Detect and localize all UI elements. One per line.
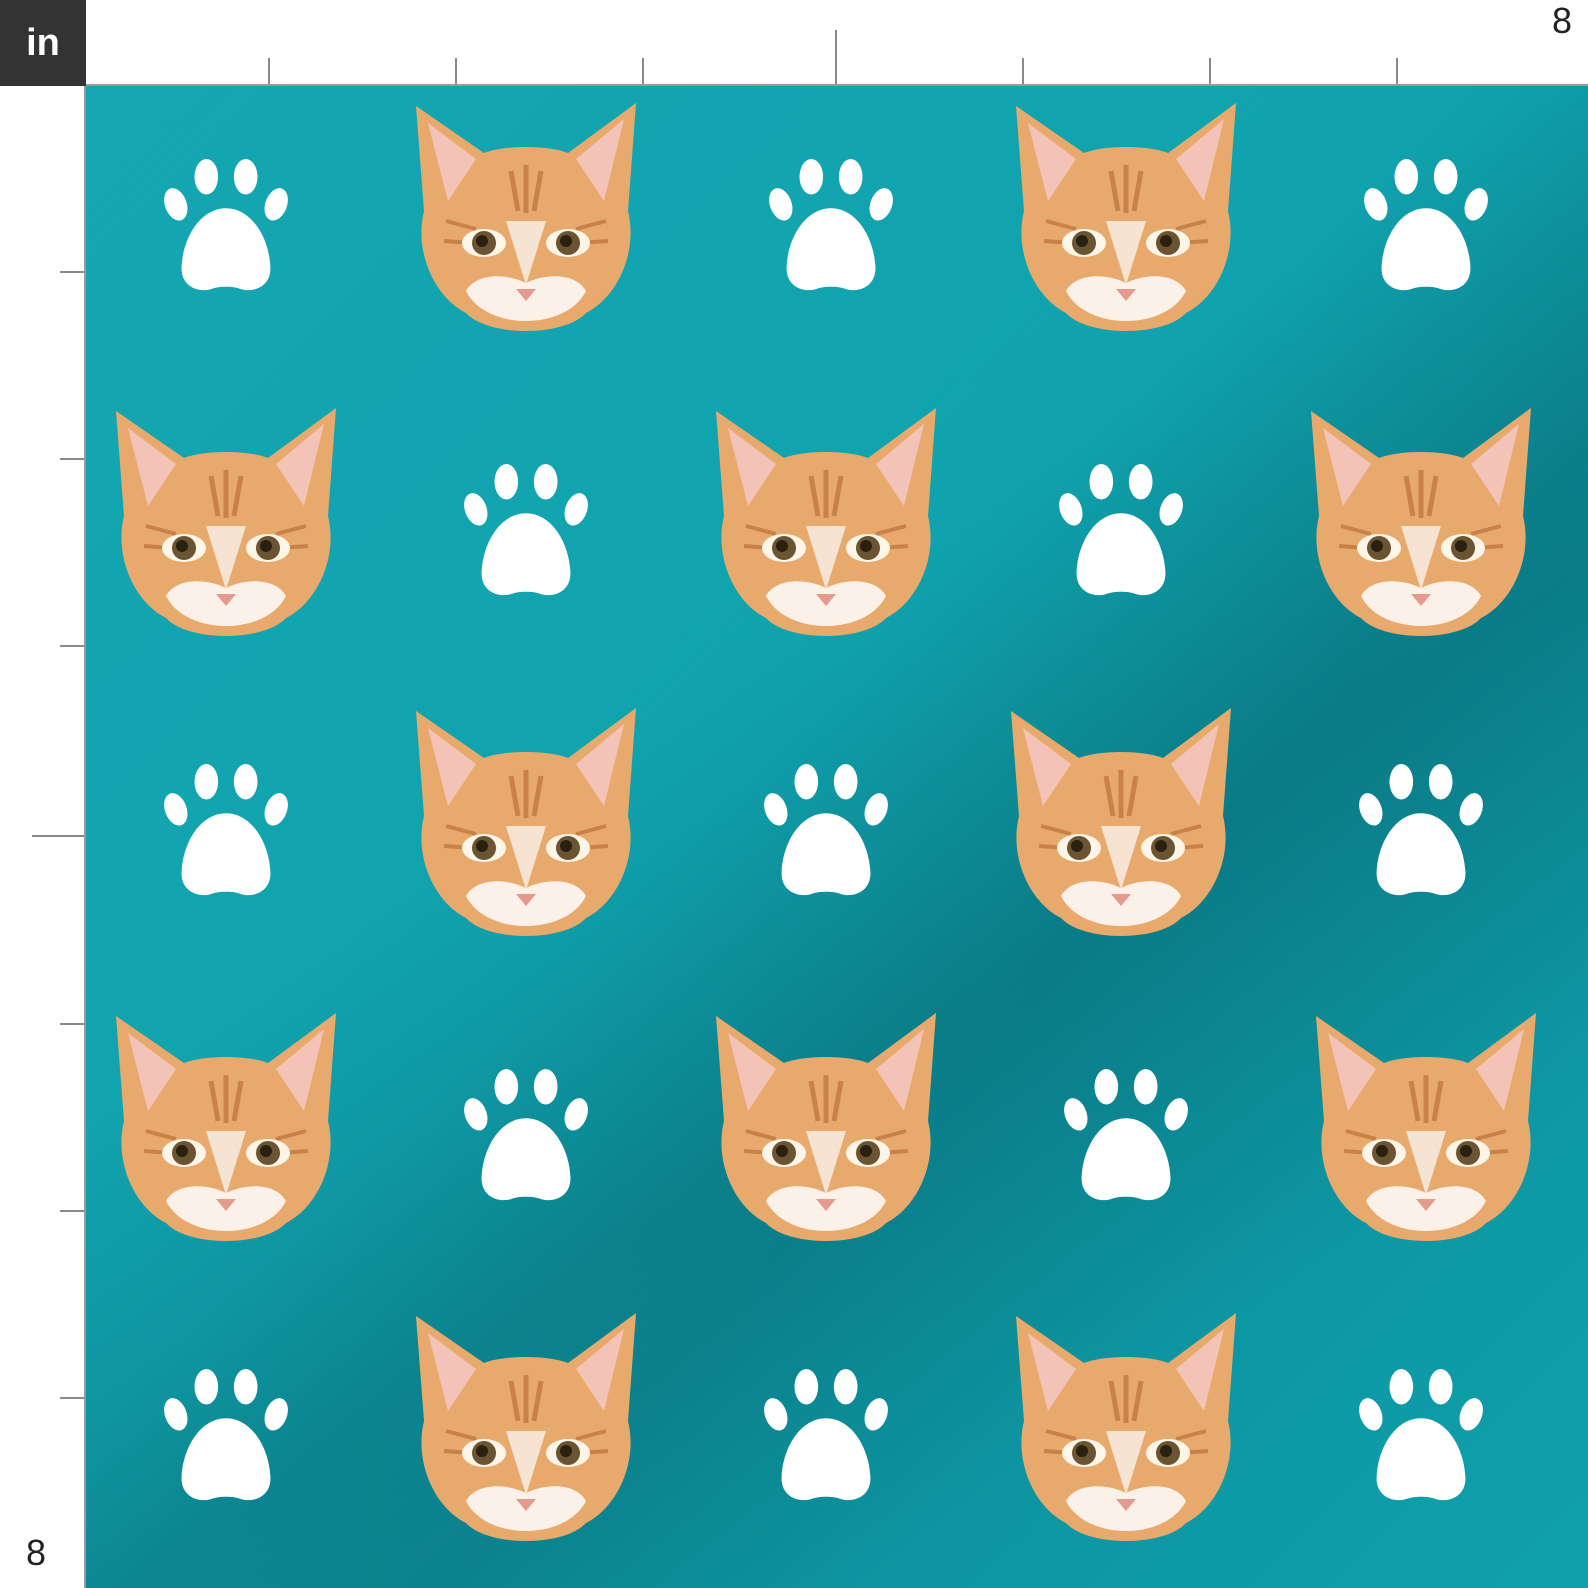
vertical-ruler: 8 bbox=[0, 86, 86, 1588]
ruler-end-label-left: 8 bbox=[26, 1532, 47, 1573]
ruler-tick bbox=[455, 58, 457, 84]
cat-face-icon bbox=[406, 706, 646, 956]
horizontal-ruler: 8 bbox=[86, 0, 1588, 86]
ruler-tick bbox=[60, 1023, 84, 1025]
paw-print-icon bbox=[1057, 462, 1185, 600]
paw-print-icon bbox=[762, 1367, 890, 1505]
cat-face-icon bbox=[706, 1011, 946, 1261]
ruler-tick bbox=[1396, 58, 1398, 84]
paw-print-icon bbox=[162, 1367, 290, 1505]
cat-face-icon bbox=[406, 101, 646, 351]
paw-print-icon bbox=[162, 762, 290, 900]
ruler-tick bbox=[642, 58, 644, 84]
paw-print-icon bbox=[1357, 762, 1485, 900]
unit-badge[interactable]: in bbox=[0, 0, 86, 86]
cat-face-icon bbox=[1006, 1311, 1246, 1561]
ruler-tick bbox=[60, 458, 84, 460]
ruler-tick bbox=[60, 645, 84, 647]
ruler-end-label-top: 8 bbox=[1551, 0, 1572, 41]
ruler-tick bbox=[268, 58, 270, 84]
paw-print-icon bbox=[162, 157, 290, 295]
cat-face-icon bbox=[106, 406, 346, 656]
cat-face-icon bbox=[1301, 406, 1541, 656]
ruler-tick bbox=[1209, 58, 1211, 84]
fabric-swatch-preview bbox=[86, 86, 1588, 1588]
cat-face-icon bbox=[1006, 101, 1246, 351]
ruler-tick-major bbox=[835, 30, 837, 84]
paw-print-icon bbox=[462, 1067, 590, 1205]
ruler-tick bbox=[60, 271, 84, 273]
ruler-tick bbox=[1022, 58, 1024, 84]
paw-print-icon bbox=[462, 462, 590, 600]
paw-print-icon bbox=[1062, 1067, 1190, 1205]
paw-print-icon bbox=[767, 157, 895, 295]
cat-face-icon bbox=[1306, 1011, 1546, 1261]
ruler-tick bbox=[60, 1397, 84, 1399]
cat-face-icon bbox=[106, 1011, 346, 1261]
ruler-tick bbox=[60, 1210, 84, 1212]
cat-face-icon bbox=[406, 1311, 646, 1561]
ruler-tick-major bbox=[32, 835, 84, 837]
cat-face-icon bbox=[1001, 706, 1241, 956]
paw-print-icon bbox=[1357, 1367, 1485, 1505]
cat-face-icon bbox=[706, 406, 946, 656]
paw-print-icon bbox=[762, 762, 890, 900]
paw-print-icon bbox=[1362, 157, 1490, 295]
